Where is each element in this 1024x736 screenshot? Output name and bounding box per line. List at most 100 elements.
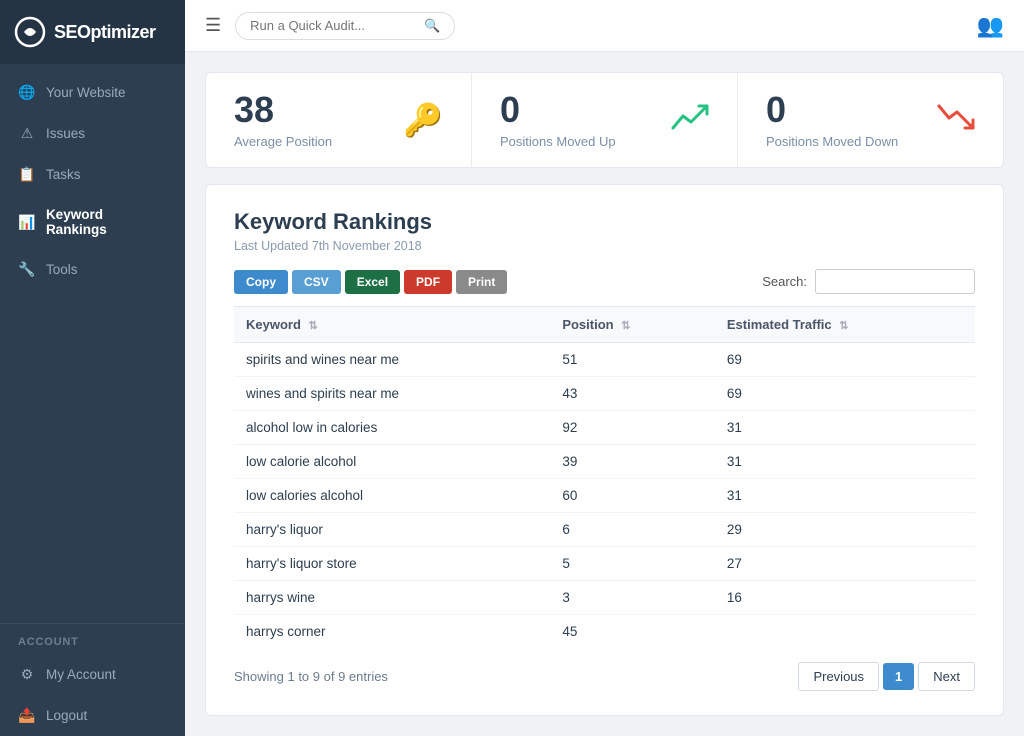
sidebar-item-tasks[interactable]: 📋Tasks: [0, 154, 185, 195]
table-row: low calories alcohol 60 31: [234, 479, 975, 513]
cell-position: 6: [550, 513, 715, 547]
sidebar-item-your-website[interactable]: 🌐Your Website: [0, 72, 185, 113]
search-icon: 🔍: [424, 18, 440, 34]
sidebar-item-issues[interactable]: ⚠Issues: [0, 113, 185, 154]
main-area: ☰ 🔍 👥 38 Average Position 🔑 0 Positions …: [185, 0, 1024, 736]
quick-audit-search[interactable]: 🔍: [235, 12, 455, 40]
avg-position-number: 38: [234, 92, 332, 128]
table-row: harry's liquor store 5 27: [234, 547, 975, 581]
brand-name: SEOptimizer: [54, 22, 156, 43]
avg-position-label: Average Position: [234, 134, 332, 149]
cell-keyword: low calories alcohol: [234, 479, 550, 513]
hamburger-icon[interactable]: ☰: [205, 15, 221, 36]
copy-button[interactable]: Copy: [234, 270, 288, 294]
my-account-icon: ⚙: [18, 666, 36, 683]
logo-area: SEOptimizer: [0, 0, 185, 64]
print-button[interactable]: Print: [456, 270, 507, 294]
sort-traffic-icon: ⇅: [839, 320, 848, 332]
keyword-rankings-nav-icon: 📊: [18, 214, 36, 231]
cell-keyword: alcohol low in calories: [234, 411, 550, 445]
positions-down-number: 0: [766, 92, 898, 128]
toolbar-row: Copy CSV Excel PDF Print Search:: [234, 269, 975, 294]
sort-position-icon: ⇅: [621, 320, 630, 332]
next-button[interactable]: Next: [918, 662, 975, 691]
table-row: spirits and wines near me 51 69: [234, 343, 975, 377]
table-row: low calorie alcohol 39 31: [234, 445, 975, 479]
excel-button[interactable]: Excel: [345, 270, 400, 294]
showing-text: Showing 1 to 9 of 9 entries: [234, 669, 388, 684]
positions-down-label: Positions Moved Down: [766, 134, 898, 149]
search-label: Search:: [762, 274, 807, 289]
col-traffic[interactable]: Estimated Traffic ⇅: [715, 307, 975, 343]
sort-keyword-icon: ⇅: [309, 320, 318, 332]
stats-row: 38 Average Position 🔑 0 Positions Moved …: [205, 72, 1004, 168]
cell-position: 43: [550, 377, 715, 411]
cell-traffic: 16: [715, 581, 975, 615]
cell-traffic: [715, 615, 975, 649]
export-btn-group: Copy CSV Excel PDF Print: [234, 270, 507, 294]
cell-keyword: low calorie alcohol: [234, 445, 550, 479]
pagination-buttons: Previous 1 Next: [798, 662, 975, 691]
table-search-row: Search:: [762, 269, 975, 294]
logout-icon: 📤: [18, 707, 36, 724]
cell-traffic: 29: [715, 513, 975, 547]
cell-traffic: 69: [715, 343, 975, 377]
sidebar-item-tools[interactable]: 🔧Tools: [0, 249, 185, 290]
tools-nav-icon: 🔧: [18, 261, 36, 278]
sidebar-nav: 🌐Your Website⚠Issues📋Tasks📊Keyword Ranki…: [0, 64, 185, 736]
table-row: wines and spirits near me 43 69: [234, 377, 975, 411]
cell-keyword: harrys wine: [234, 581, 550, 615]
csv-button[interactable]: CSV: [292, 270, 341, 294]
cell-position: 3: [550, 581, 715, 615]
col-position[interactable]: Position ⇅: [550, 307, 715, 343]
rankings-table: Keyword ⇅ Position ⇅ Estimated Traffic ⇅: [234, 306, 975, 648]
cell-traffic: 27: [715, 547, 975, 581]
pdf-button[interactable]: PDF: [404, 270, 452, 294]
cell-position: 51: [550, 343, 715, 377]
logo-icon: [14, 16, 46, 48]
col-keyword[interactable]: Keyword ⇅: [234, 307, 550, 343]
table-row: alcohol low in calories 92 31: [234, 411, 975, 445]
cell-keyword: harrys corner: [234, 615, 550, 649]
cell-traffic: 31: [715, 479, 975, 513]
sidebar-item-keyword-rankings[interactable]: 📊Keyword Rankings: [0, 195, 185, 249]
key-icon: 🔑: [403, 101, 443, 139]
table-search-input[interactable]: [815, 269, 975, 294]
table-row: harrys corner 45: [234, 615, 975, 649]
sidebar: SEOptimizer 🌐Your Website⚠Issues📋Tasks📊K…: [0, 0, 185, 736]
cell-position: 45: [550, 615, 715, 649]
cell-position: 60: [550, 479, 715, 513]
cell-position: 92: [550, 411, 715, 445]
cell-keyword: harry's liquor: [234, 513, 550, 547]
your-website-nav-icon: 🌐: [18, 84, 36, 101]
sidebar-item-logout[interactable]: 📤Logout: [0, 695, 185, 736]
table-row: harry's liquor 6 29: [234, 513, 975, 547]
tasks-nav-icon: 📋: [18, 166, 36, 183]
cell-keyword: harry's liquor store: [234, 547, 550, 581]
cell-keyword: wines and spirits near me: [234, 377, 550, 411]
search-input[interactable]: [250, 18, 416, 33]
rankings-updated: Last Updated 7th November 2018: [234, 239, 975, 253]
rankings-title: Keyword Rankings: [234, 209, 975, 235]
user-avatar-icon[interactable]: 👥: [977, 13, 1004, 39]
trending-up-icon: [671, 102, 709, 139]
cell-position: 39: [550, 445, 715, 479]
content-area: 38 Average Position 🔑 0 Positions Moved …: [185, 52, 1024, 736]
topbar: ☰ 🔍 👥: [185, 0, 1024, 52]
issues-nav-icon: ⚠: [18, 125, 36, 142]
cell-traffic: 31: [715, 411, 975, 445]
rankings-card: Keyword Rankings Last Updated 7th Novemb…: [205, 184, 1004, 716]
sidebar-item-my-account[interactable]: ⚙My Account: [0, 654, 185, 695]
stat-positions-down: 0 Positions Moved Down: [738, 73, 1003, 167]
previous-button[interactable]: Previous: [798, 662, 879, 691]
stat-avg-position: 38 Average Position 🔑: [206, 73, 472, 167]
positions-up-label: Positions Moved Up: [500, 134, 616, 149]
trending-down-icon: [937, 102, 975, 139]
table-row: harrys wine 3 16: [234, 581, 975, 615]
stat-positions-up: 0 Positions Moved Up: [472, 73, 738, 167]
current-page[interactable]: 1: [883, 663, 914, 690]
account-section: Account ⚙My Account📤Logout: [0, 623, 185, 736]
cell-traffic: 31: [715, 445, 975, 479]
cell-traffic: 69: [715, 377, 975, 411]
account-label: Account: [0, 624, 185, 654]
